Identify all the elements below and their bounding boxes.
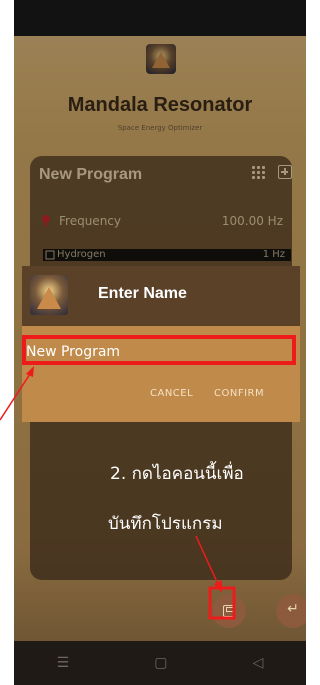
dialog-body: New Program CANCEL CONFIRM <box>22 326 300 422</box>
dialog-logo <box>30 275 68 315</box>
dialog-title: Enter Name <box>98 285 187 302</box>
home-icon[interactable]: ▢ <box>154 655 167 671</box>
save-button[interactable] <box>212 594 246 628</box>
cancel-button[interactable]: CANCEL <box>150 388 193 399</box>
dialog-header: Enter Name <box>22 266 300 326</box>
instruction-line-2: บันทึกโปรแกรม <box>108 514 223 534</box>
menu-icon[interactable]: ☰ <box>57 655 70 671</box>
instruction-line-1: 2. กดไอคอนนี้เพื่อ <box>110 464 244 484</box>
return-icon: ↵ <box>287 601 299 617</box>
program-name-value: New Program <box>26 344 121 360</box>
save-icon <box>223 605 235 617</box>
confirm-button[interactable]: CONFIRM <box>214 388 264 399</box>
program-name-input[interactable]: New Program <box>22 335 296 365</box>
status-bar <box>14 0 306 36</box>
return-button[interactable]: ↵ <box>276 594 306 628</box>
system-nav-bar: ☰ ▢ ◁ <box>14 641 306 685</box>
enter-name-dialog: Enter Name New Program CANCEL CONFIRM <box>22 266 300 422</box>
back-icon[interactable]: ◁ <box>253 655 264 671</box>
